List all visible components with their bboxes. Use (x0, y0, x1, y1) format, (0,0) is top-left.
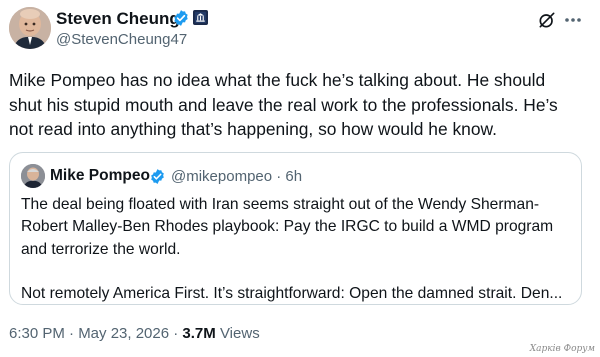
tweet-text: Mike Pompeo has no idea what the fuck he… (9, 70, 558, 139)
quote-author-handle-time[interactable]: @mikepompeo · 6h (171, 168, 302, 185)
quote-text: The deal being floated with Iran seems s… (21, 196, 563, 303)
more-dots-icon[interactable] (562, 10, 584, 30)
government-affiliation-icon[interactable] (193, 10, 208, 25)
watermark: Харків Форум (529, 344, 595, 354)
tweet-meta: 6:30 PM · May 23, 2026 · 3.7M Views (9, 325, 260, 342)
verified-check-icon (174, 10, 188, 26)
quoted-tweet[interactable]: Mike Pompeo @mikepompeo · 6h The deal be… (9, 152, 582, 305)
views-label: Views (215, 325, 260, 342)
quote-author-name[interactable]: Mike Pompeo (50, 167, 150, 185)
author-handle[interactable]: @StevenCheung47 (56, 31, 187, 48)
views-count: 3.7M (182, 325, 216, 342)
grok-icon[interactable] (537, 10, 557, 30)
tweet-timestamp[interactable]: 6:30 PM · May 23, 2026 · (9, 325, 182, 342)
author-avatar[interactable] (9, 7, 51, 49)
quote-author-avatar[interactable] (21, 164, 45, 188)
author-name[interactable]: Steven Cheung (56, 9, 180, 29)
verified-check-icon (151, 169, 164, 184)
